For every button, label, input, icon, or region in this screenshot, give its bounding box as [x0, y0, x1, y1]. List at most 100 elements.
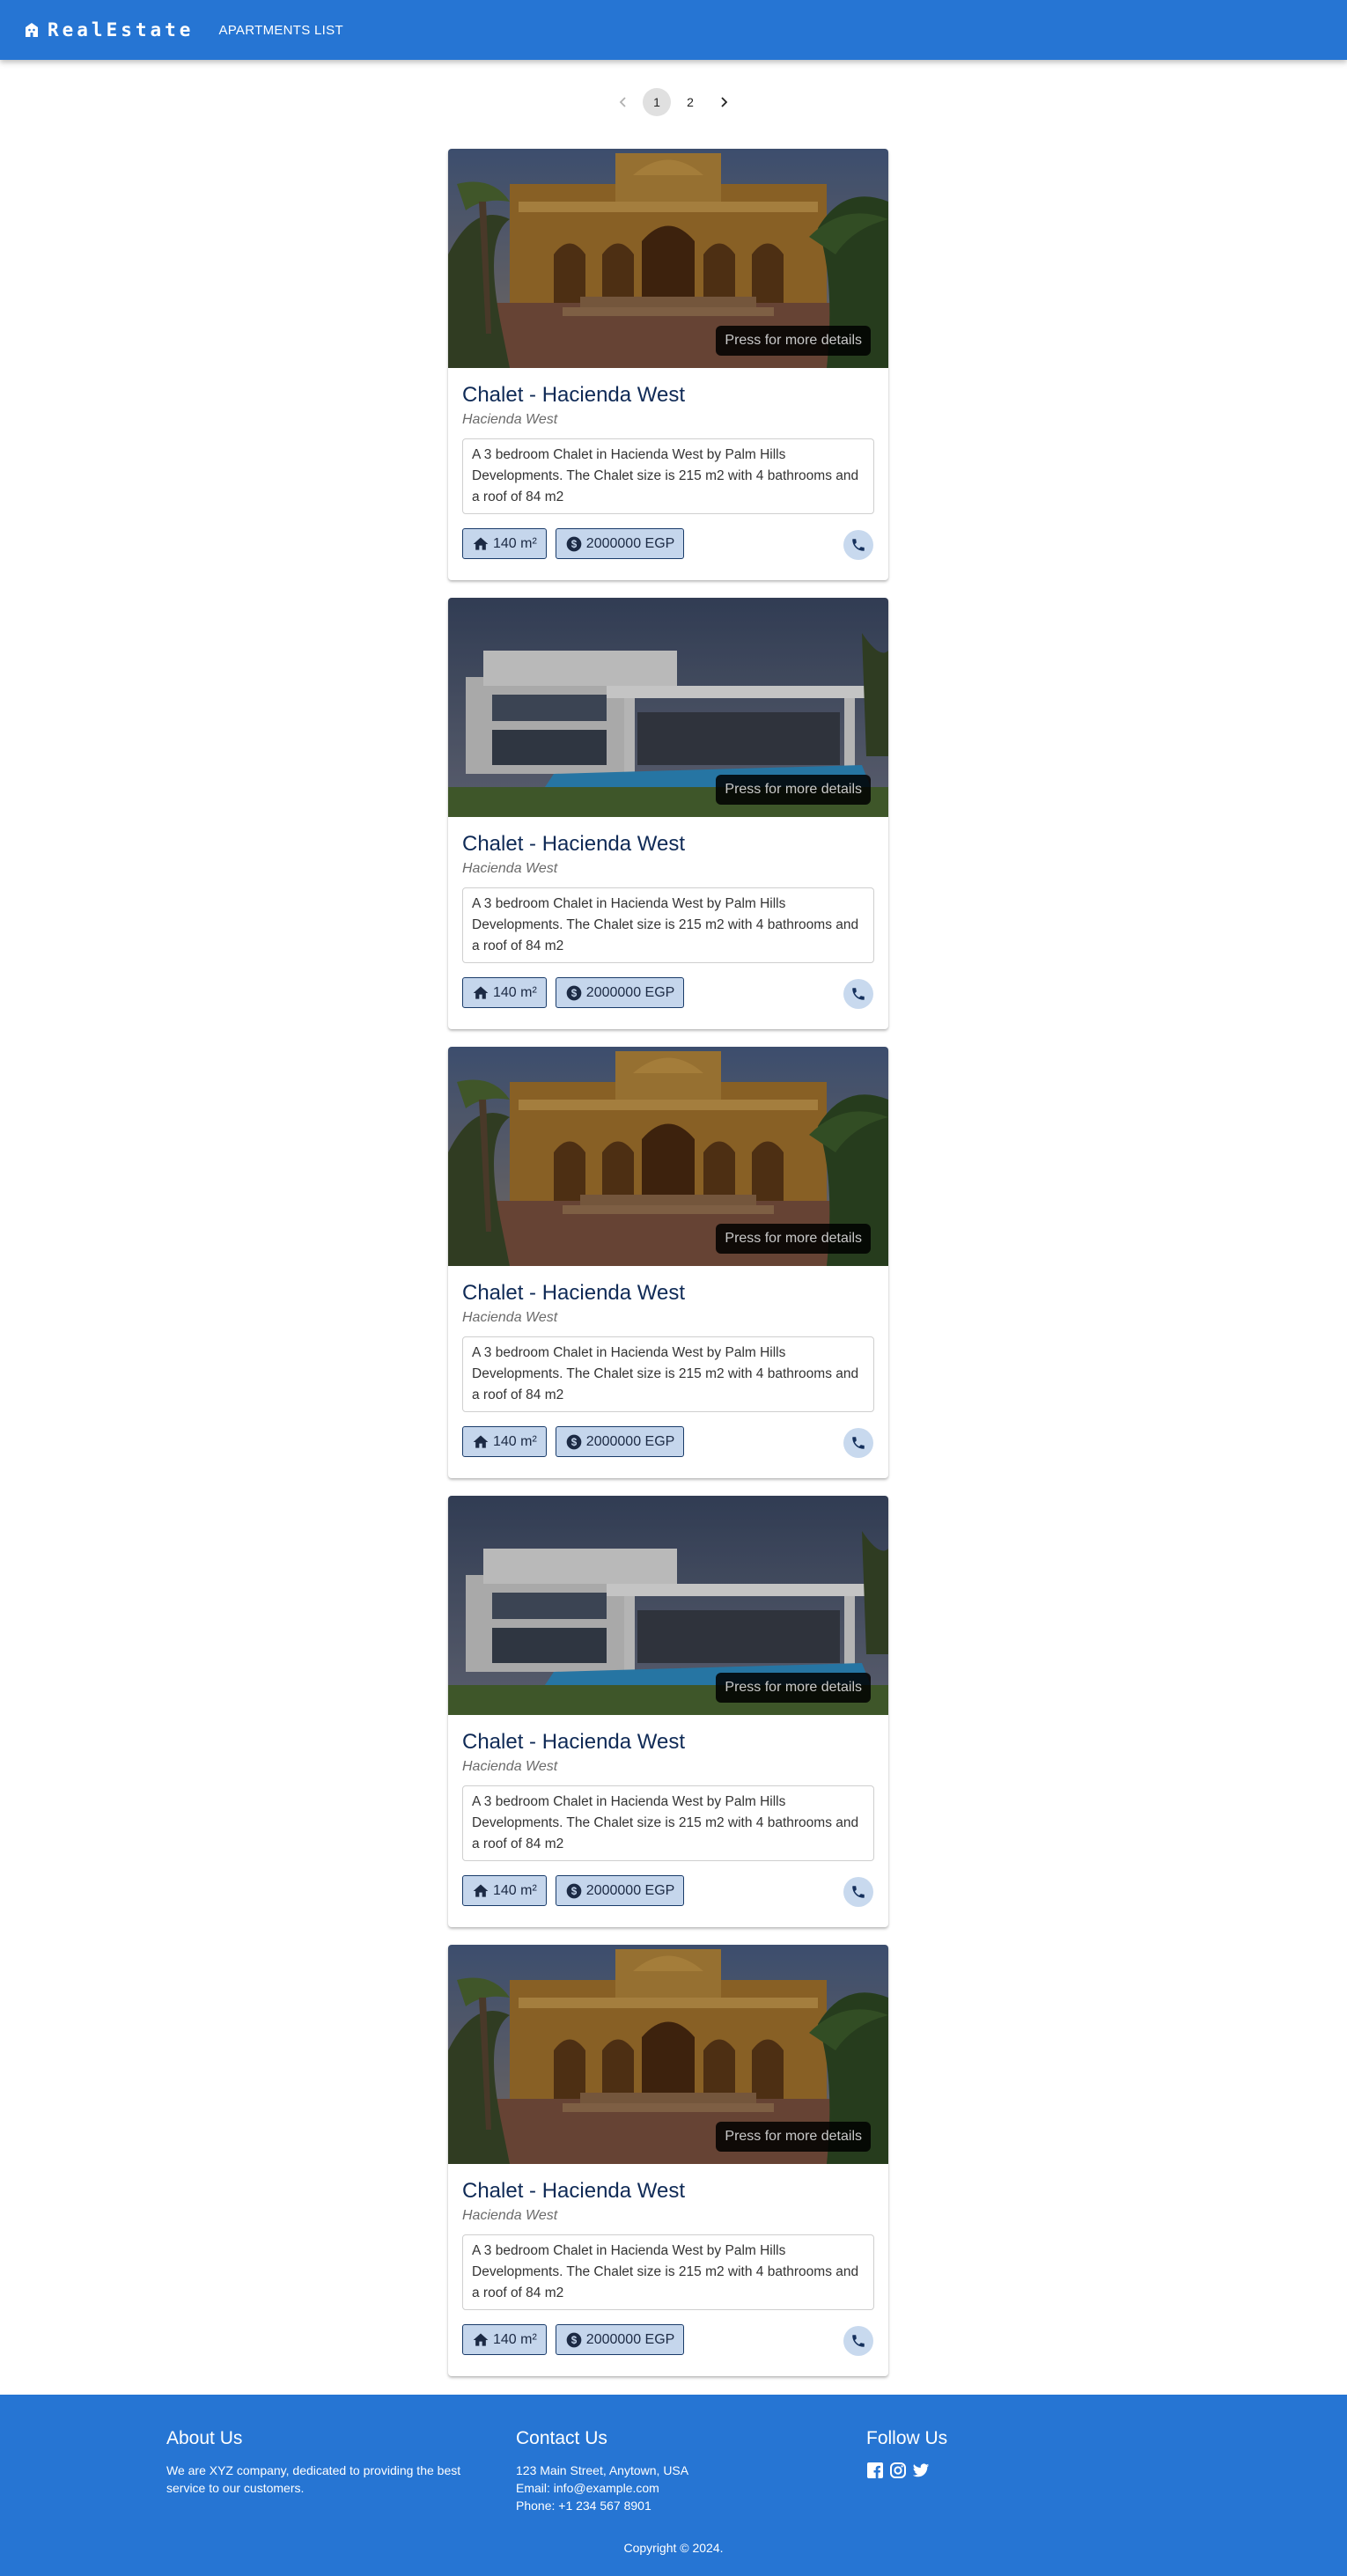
- contact-phone: Phone: +1 234 567 8901: [516, 2499, 651, 2513]
- apartment-card: Press for more details Chalet - Hacienda…: [448, 1047, 888, 1478]
- dollar-icon: $: [566, 1883, 582, 1898]
- contact-section: Contact Us 123 Main Street, Anytown, USA…: [516, 2428, 833, 2514]
- brand-name: RealEstate: [48, 19, 195, 40]
- apartment-description: A 3 bedroom Chalet in Hacienda West by P…: [462, 438, 874, 514]
- apartment-title: Chalet - Hacienda West: [462, 1730, 686, 1754]
- dollar-icon: $: [566, 985, 582, 1000]
- area-value: 140 m²: [493, 984, 537, 1000]
- phone-icon: [852, 1437, 865, 1449]
- apartment-title: Chalet - Hacienda West: [462, 832, 686, 856]
- apartment-title: Chalet - Hacienda West: [462, 1281, 686, 1305]
- apartment-location: Hacienda West: [462, 1759, 558, 1774]
- area-value: 140 m²: [493, 535, 537, 551]
- apartment-card: Press for more details Chalet - Hacienda…: [448, 1496, 888, 1927]
- twitter-icon[interactable]: [912, 2462, 930, 2479]
- phone-icon: [852, 2335, 865, 2347]
- phone-icon: [852, 539, 865, 551]
- apartment-description: A 3 bedroom Chalet in Hacienda West by P…: [462, 1785, 874, 1861]
- apartment-list: Press for more details Chalet - Hacienda…: [448, 149, 888, 2394]
- chevron-right-icon: [721, 97, 728, 107]
- area-value: 140 m²: [493, 1882, 537, 1898]
- next-page-button[interactable]: [710, 88, 738, 116]
- more-details-overlay[interactable]: Press for more details: [716, 1224, 871, 1254]
- svg-text:$: $: [571, 1437, 578, 1448]
- home-icon: [473, 1435, 489, 1448]
- nav-apartments-list[interactable]: APARTMENTS LIST: [218, 23, 342, 38]
- pagination: 1 2: [0, 88, 1347, 116]
- dollar-icon: $: [566, 2332, 582, 2347]
- price-value: 2000000 EGP: [585, 1882, 675, 1898]
- dollar-icon: $: [566, 1434, 582, 1449]
- home-icon: [473, 537, 489, 550]
- svg-text:$: $: [571, 988, 578, 999]
- more-details-overlay[interactable]: Press for more details: [716, 2122, 871, 2152]
- more-details-overlay[interactable]: Press for more details: [716, 1673, 871, 1703]
- app-bar: RealEstate APARTMENTS LIST: [0, 0, 1347, 60]
- apartment-description: A 3 bedroom Chalet in Hacienda West by P…: [462, 2234, 874, 2310]
- apartment-description: A 3 bedroom Chalet in Hacienda West by P…: [462, 1336, 874, 1412]
- apartment-image[interactable]: Press for more details: [448, 598, 888, 817]
- price-value: 2000000 EGP: [585, 535, 675, 551]
- home-icon: [473, 2333, 489, 2346]
- dollar-icon: $: [566, 536, 582, 551]
- phone-icon: [852, 1886, 865, 1898]
- apartment-location: Hacienda West: [462, 861, 558, 876]
- call-button[interactable]: [843, 1428, 873, 1458]
- instagram-icon[interactable]: [889, 2462, 907, 2479]
- apartment-location: Hacienda West: [462, 2208, 558, 2223]
- copyright-text: Copyright © 2024.: [623, 2541, 724, 2555]
- apartment-image[interactable]: Press for more details: [448, 1047, 888, 1266]
- house-logo-icon: [26, 23, 38, 37]
- contact-email: Email: info@example.com: [516, 2481, 659, 2495]
- price-chip: $ 2000000 EGP: [555, 1875, 685, 1906]
- contact-address: 123 Main Street, Anytown, USA: [516, 2463, 689, 2477]
- price-chip: $ 2000000 EGP: [555, 1426, 685, 1457]
- call-button[interactable]: [843, 2326, 873, 2356]
- svg-text:$: $: [571, 1886, 578, 1897]
- contact-title: Contact Us: [516, 2428, 607, 2448]
- apartment-description: A 3 bedroom Chalet in Hacienda West by P…: [462, 887, 874, 963]
- about-section: About Us We are XYZ company, dedicated t…: [166, 2428, 483, 2497]
- apartment-card: Press for more details Chalet - Hacienda…: [448, 149, 888, 580]
- price-value: 2000000 EGP: [585, 2331, 675, 2347]
- call-button[interactable]: [843, 1877, 873, 1907]
- brand-logo[interactable]: RealEstate: [25, 19, 194, 40]
- apartment-image[interactable]: Press for more details: [448, 1496, 888, 1715]
- price-value: 2000000 EGP: [585, 984, 675, 1000]
- more-details-overlay[interactable]: Press for more details: [716, 775, 871, 805]
- page-button-1[interactable]: 1: [643, 88, 671, 116]
- area-chip: 140 m²: [462, 1426, 547, 1457]
- facebook-icon[interactable]: [866, 2462, 884, 2479]
- apartment-location: Hacienda West: [462, 1310, 558, 1325]
- area-chip: 140 m²: [462, 2324, 547, 2355]
- price-chip: $ 2000000 EGP: [555, 528, 685, 559]
- apartment-card: Press for more details Chalet - Hacienda…: [448, 1945, 888, 2376]
- home-icon: [473, 986, 489, 999]
- more-details-overlay[interactable]: Press for more details: [716, 326, 871, 356]
- about-title: About Us: [166, 2428, 243, 2448]
- apartment-image[interactable]: Press for more details: [448, 149, 888, 368]
- site-footer: About Us We are XYZ company, dedicated t…: [0, 2395, 1347, 2576]
- phone-icon: [852, 988, 865, 1000]
- area-chip: 140 m²: [462, 528, 547, 559]
- apartment-title: Chalet - Hacienda West: [462, 2179, 686, 2203]
- prev-page-button[interactable]: [609, 88, 637, 116]
- call-button[interactable]: [843, 530, 873, 560]
- price-chip: $ 2000000 EGP: [555, 2324, 685, 2355]
- page-button-2[interactable]: 2: [676, 88, 704, 116]
- svg-text:$: $: [571, 2335, 578, 2346]
- apartment-image[interactable]: Press for more details: [448, 1945, 888, 2164]
- chevron-left-icon: [619, 97, 626, 107]
- home-icon: [473, 1884, 489, 1897]
- price-value: 2000000 EGP: [585, 1433, 675, 1449]
- apartment-location: Hacienda West: [462, 412, 558, 427]
- area-chip: 140 m²: [462, 1875, 547, 1906]
- follow-title: Follow Us: [866, 2428, 948, 2448]
- area-value: 140 m²: [493, 1433, 537, 1449]
- svg-text:$: $: [571, 539, 578, 550]
- social-links: [866, 2462, 1183, 2479]
- apartment-card: Press for more details Chalet - Hacienda…: [448, 598, 888, 1029]
- follow-section: Follow Us: [866, 2428, 1183, 2479]
- area-value: 140 m²: [493, 2331, 537, 2347]
- call-button[interactable]: [843, 979, 873, 1009]
